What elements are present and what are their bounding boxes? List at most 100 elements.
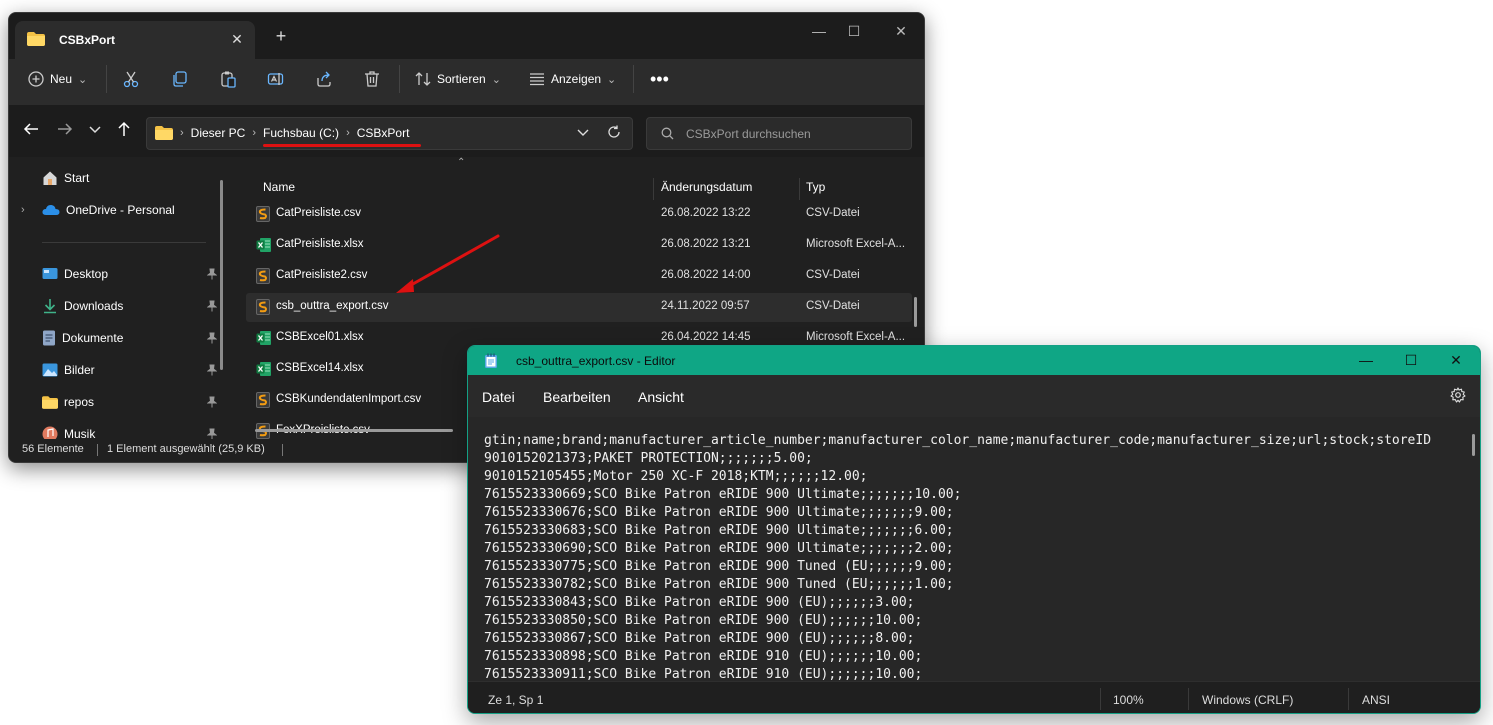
more-options-icon[interactable]: ••• [650,59,669,99]
breadcrumb-item[interactable]: CSBxPort [357,126,410,140]
pin-icon[interactable] [207,268,217,280]
file-list-scrollbar[interactable] [914,297,917,327]
close-tab-icon[interactable]: ✕ [227,29,247,49]
close-window-button[interactable]: ✕ [881,18,921,44]
item-count: 56 Elemente [22,443,84,455]
editor-line: 9010152105455;Motor 250 XC-F 2018;KTM;;;… [484,469,868,484]
minimize-button[interactable]: — [1346,348,1386,372]
back-arrow-icon[interactable] [21,119,41,139]
editor-line: 7615523330669;SCO Bike Patron eRIDE 900 … [484,487,962,502]
sidebar-item-label: Musik [64,427,96,439]
file-name: CatPreisliste2.csv [276,269,368,281]
editor-line: 7615523330867;SCO Bike Patron eRIDE 900 … [484,631,915,646]
breadcrumb-item[interactable]: Fuchsbau (C:) [263,126,339,140]
folder-icon [42,395,58,409]
tab-title: CSBxPort [59,33,116,47]
settings-gear-icon[interactable] [1450,387,1466,403]
picture-icon [42,363,58,377]
file-row[interactable]: CatPreisliste.xlsx 26.08.2022 13:21 Micros… [246,231,912,260]
chevron-right-icon: › [346,127,350,139]
pin-icon[interactable] [207,364,217,376]
sidebar-item-desktop[interactable]: Desktop [42,264,217,284]
csv-icon [256,206,270,222]
file-row[interactable]: CatPreisliste.csv 26.08.2022 13:22 CSV-Dat… [246,200,912,229]
sidebar-item-downloads[interactable]: Downloads [42,296,217,316]
search-input[interactable]: CSBxPort durchsuchen [646,117,912,150]
explorer-tab[interactable]: CSBxPort ✕ [15,21,255,59]
desktop-icon [42,267,58,281]
column-header-date[interactable]: Änderungsdatum [661,180,752,194]
column-divider[interactable] [799,178,800,200]
sidebar-item-label: Dokumente [62,331,124,345]
column-header-name[interactable]: Name [263,180,295,194]
rename-icon[interactable] [267,59,285,99]
chevron-down-icon[interactable] [577,126,589,138]
editor-line: 9010152021373;PAKET PROTECTION;;;;;;;5.0… [484,451,813,466]
view-button[interactable]: Anzeigen ⌄ [529,59,616,99]
file-date: 26.08.2022 13:22 [661,207,751,219]
sidebar-item-repos[interactable]: repos [42,392,217,412]
new-tab-button[interactable]: + [271,26,291,46]
delete-icon[interactable] [363,59,381,99]
file-row[interactable]: CatPreisliste2.csv 26.08.2022 14:00 CSV-Da… [246,262,912,291]
cut-icon[interactable] [122,59,140,99]
chevron-right-icon: › [180,127,184,139]
explorer-titlebar: CSBxPort ✕ + — ☐ ✕ [9,13,924,59]
copy-icon[interactable] [171,59,189,99]
editor-line: 7615523330683;SCO Bike Patron eRIDE 900 … [484,523,954,538]
file-row[interactable]: csb_outtra_export.csv 24.11.2022 09:57 CSV… [246,293,912,322]
sort-ascending-icon: ⌃ [457,157,466,168]
sidebar-item-onedrive[interactable]: OneDrive - Personal [42,200,217,220]
file-date: 24.11.2022 09:57 [661,300,750,312]
paste-icon[interactable] [219,59,237,99]
refresh-icon[interactable] [607,125,621,139]
up-arrow-icon[interactable] [114,119,134,139]
chevron-right-icon: › [252,127,257,139]
breadcrumb-item[interactable]: Dieser PC [191,126,246,140]
view-label: Anzeigen [551,72,602,86]
sidebar-scrollbar[interactable] [220,180,223,370]
expand-chevron-icon[interactable]: › [21,204,25,216]
document-icon [42,330,56,346]
file-type: CSV-Datei [806,300,860,312]
view-list-icon [529,71,545,87]
horizontal-scrollbar[interactable] [255,429,453,432]
sidebar-item-documents[interactable]: Dokumente [42,328,217,348]
menu-view[interactable]: Ansicht [638,389,684,405]
pin-icon[interactable] [207,396,217,408]
sidebar-item-label: Desktop [64,267,109,281]
notepad-window: csb_outtra_export.csv - Editor — ☐ ✕ Dat… [467,345,1481,714]
menu-file[interactable]: Datei [482,389,515,405]
cloud-icon [42,204,60,216]
close-window-button[interactable]: ✕ [1436,348,1476,372]
forward-arrow-icon[interactable] [55,119,75,139]
maximize-button[interactable]: ☐ [1391,348,1431,372]
minimize-button[interactable]: — [799,18,839,44]
pin-icon[interactable] [207,428,217,439]
chevron-down-icon: ⌄ [78,73,88,86]
pin-icon[interactable] [207,300,217,312]
sidebar-item-start[interactable]: Start [42,168,217,188]
menu-edit[interactable]: Bearbeiten [543,389,611,405]
editor-line: 7615523330775;SCO Bike Patron eRIDE 900 … [484,559,954,574]
recent-chevron-icon[interactable] [85,119,105,139]
column-divider[interactable] [653,178,654,200]
editor-scrollbar[interactable] [1472,434,1475,456]
maximize-button[interactable]: ☐ [834,18,874,44]
sort-button[interactable]: Sortieren ⌄ [415,59,501,99]
new-button[interactable]: Neu ⌄ [28,59,87,99]
share-icon[interactable] [315,59,333,99]
editor-line: 7615523330690;SCO Bike Patron eRIDE 900 … [484,541,954,556]
download-icon [42,298,58,314]
sidebar-item-pictures[interactable]: Bilder [42,360,217,380]
column-header-type[interactable]: Typ [806,180,825,194]
pin-icon[interactable] [207,332,217,344]
sidebar-item-music[interactable]: Musik [42,424,217,439]
excel-icon [256,361,272,377]
address-bar[interactable]: › Dieser PC › Fuchsbau (C:) › CSBxPort [146,117,633,150]
encoding: ANSI [1362,693,1391,707]
text-editor-area[interactable]: gtin;name;brand;manufacturer_article_num… [468,417,1480,681]
notepad-icon [484,353,498,369]
home-icon [42,170,58,186]
folder-icon [27,32,45,46]
